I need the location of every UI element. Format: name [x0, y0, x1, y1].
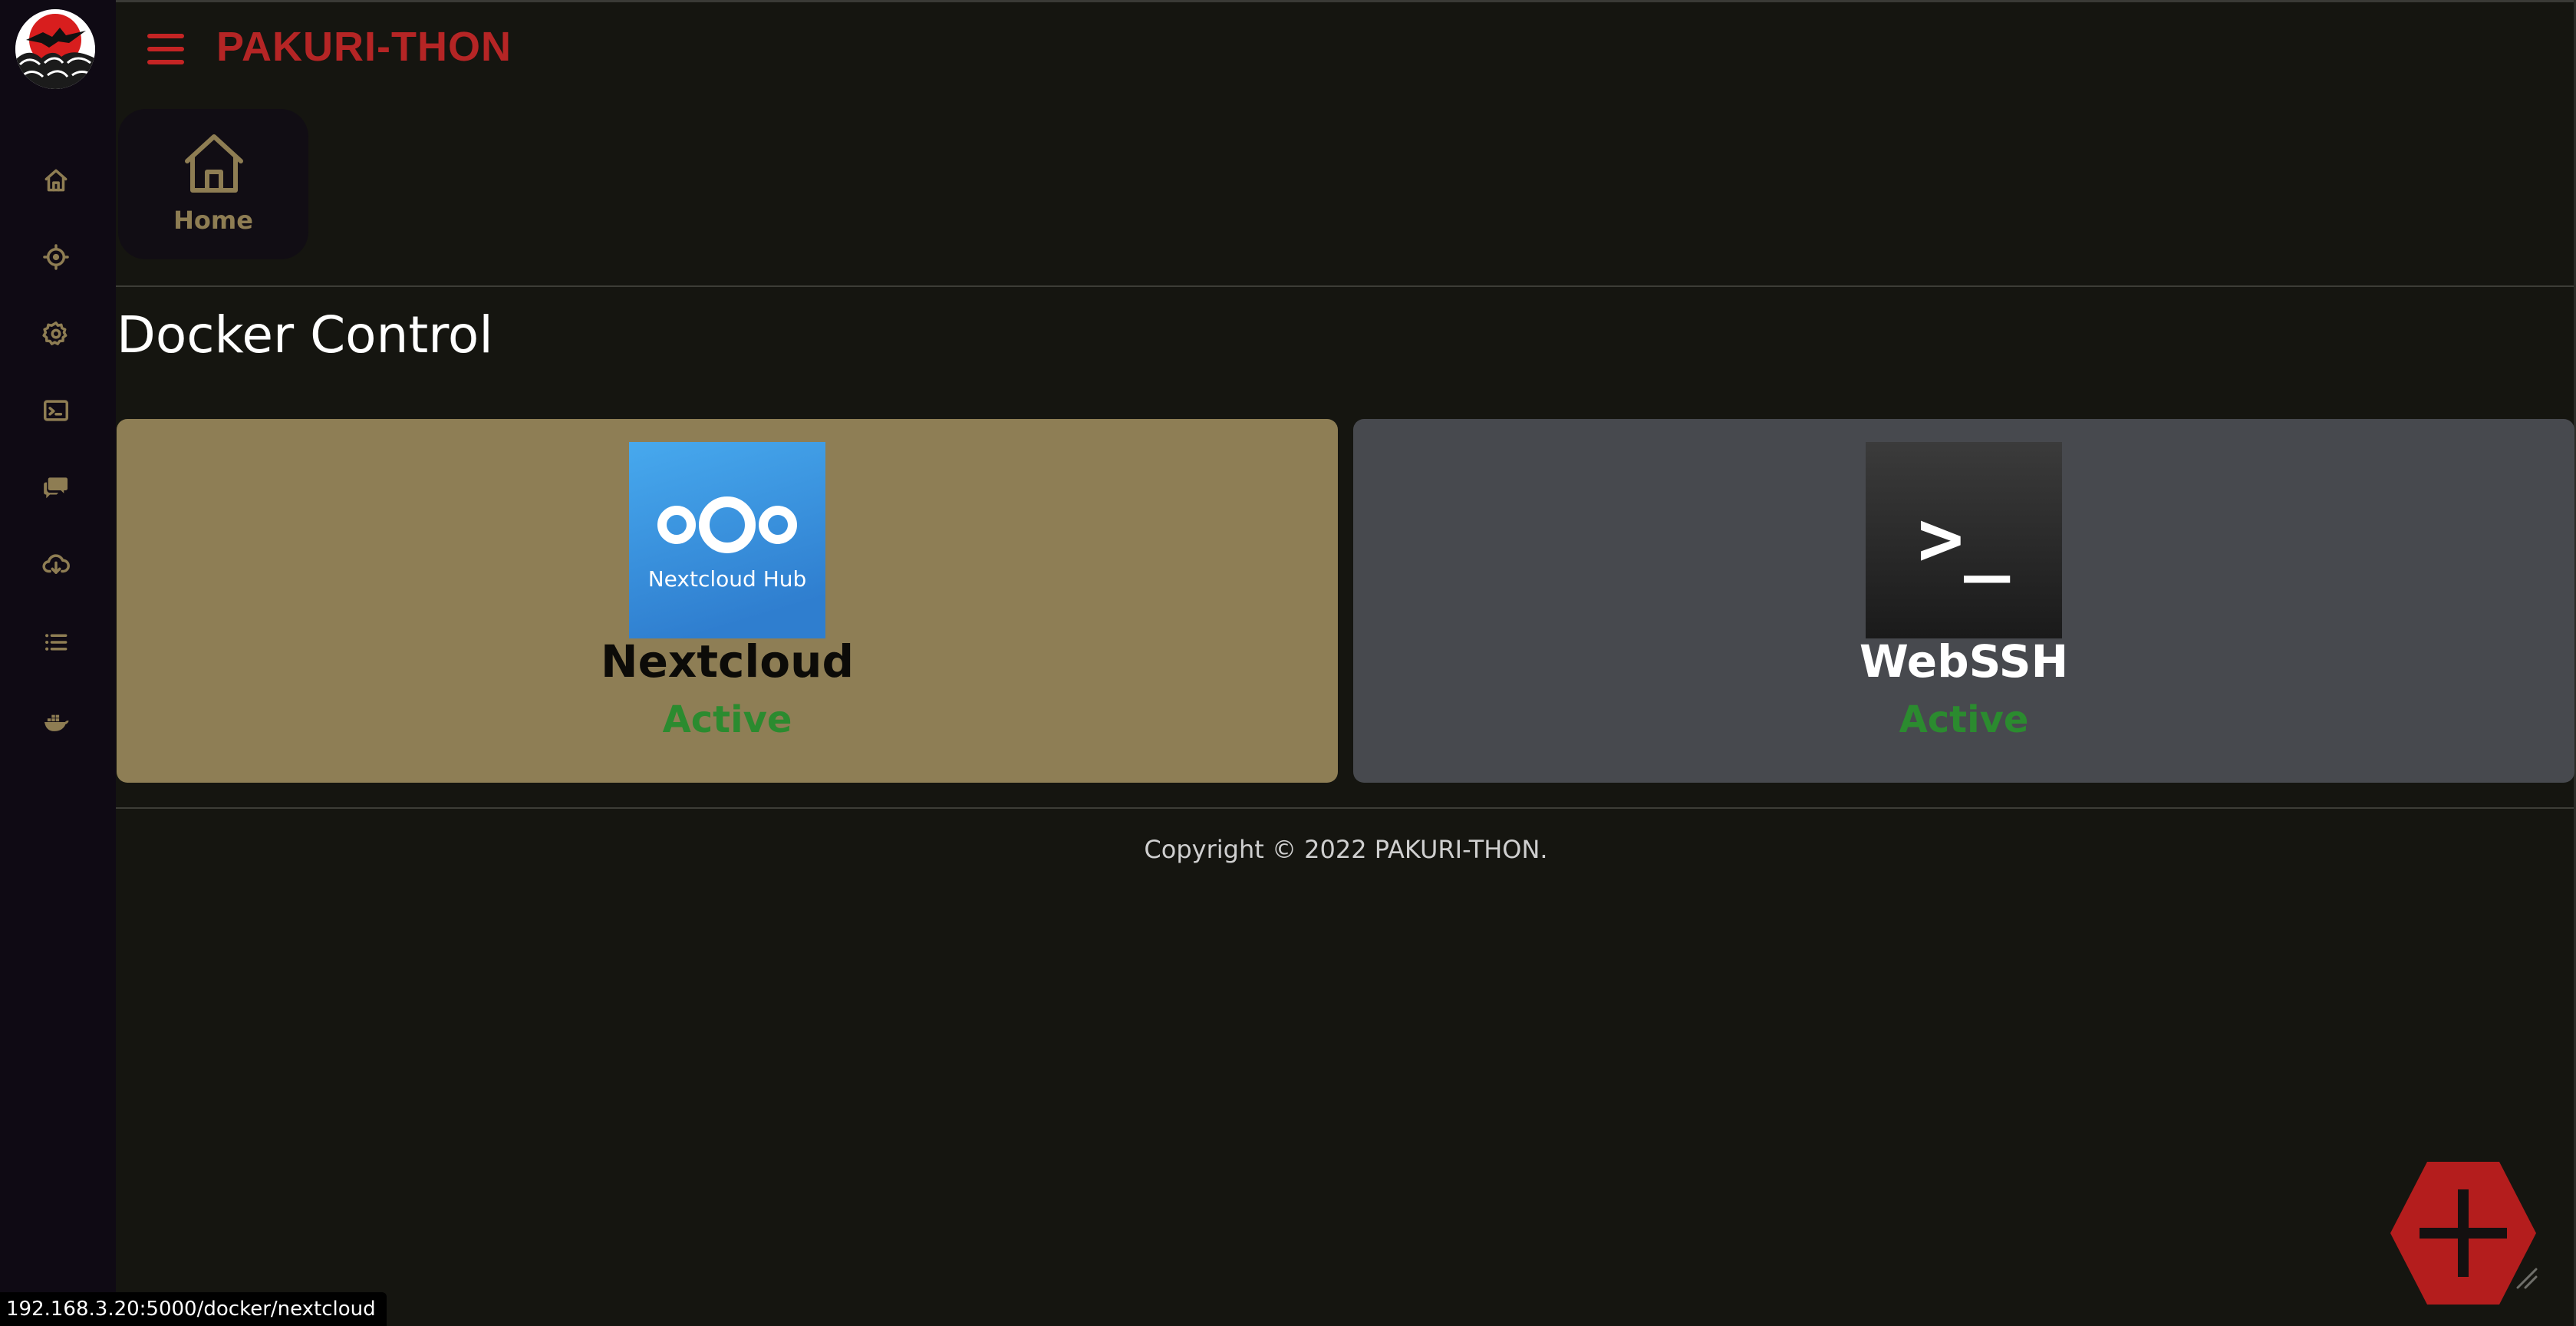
- cloud-download-icon: [42, 554, 70, 574]
- card-name: WebSSH: [1859, 635, 2069, 688]
- terminal-logo: >_: [1866, 442, 2062, 638]
- target-icon: [43, 244, 69, 270]
- sidebar-item-cloud-download[interactable]: [38, 546, 74, 582]
- status-url: 192.168.3.20:5000/docker/nextcloud: [0, 1292, 387, 1326]
- home-icon: [185, 134, 243, 193]
- copyright-text: Copyright © 2022 PAKURI-THON.: [1144, 835, 1548, 864]
- docker-card-nextcloud[interactable]: Nextcloud Hub Nextcloud Active: [117, 419, 1338, 783]
- resize-grip-icon[interactable]: [2513, 1265, 2539, 1291]
- sidebar: [0, 0, 116, 1326]
- window-top-border: [0, 0, 2576, 2]
- terminal-logo-text: >_: [1918, 493, 2011, 583]
- home-icon: [44, 169, 68, 192]
- chat-icon: [44, 477, 68, 499]
- wave-eagle-logo[interactable]: [15, 9, 95, 89]
- sidebar-item-docker[interactable]: [38, 704, 74, 740]
- hamburger-icon[interactable]: [146, 34, 186, 64]
- footer-divider: [116, 807, 2574, 809]
- brand-title[interactable]: PAKURI-THON: [216, 23, 512, 71]
- nextcloud-logo-text: Nextcloud Hub: [648, 566, 807, 592]
- sidebar-item-terminal[interactable]: [38, 393, 74, 428]
- header-divider: [116, 285, 2574, 287]
- terminal-icon: [44, 400, 68, 421]
- status-badge: Active: [662, 698, 792, 741]
- home-button[interactable]: Home: [118, 109, 308, 259]
- sidebar-item-home[interactable]: [38, 163, 74, 198]
- sidebar-item-list[interactable]: [38, 625, 74, 660]
- sidebar-item-settings[interactable]: [38, 316, 74, 351]
- page-title: Docker Control: [117, 305, 493, 364]
- sidebar-item-chat[interactable]: [38, 470, 74, 505]
- docker-card-webssh[interactable]: >_ WebSSH Active: [1353, 419, 2574, 783]
- nextcloud-logo: Nextcloud Hub: [629, 442, 825, 638]
- list-icon: [45, 634, 68, 651]
- sidebar-item-target[interactable]: [38, 239, 74, 275]
- gear-icon: [42, 322, 68, 345]
- home-label: Home: [173, 206, 253, 235]
- card-name: Nextcloud: [601, 635, 854, 688]
- docker-icon: [44, 714, 69, 731]
- status-badge: Active: [1899, 698, 2029, 741]
